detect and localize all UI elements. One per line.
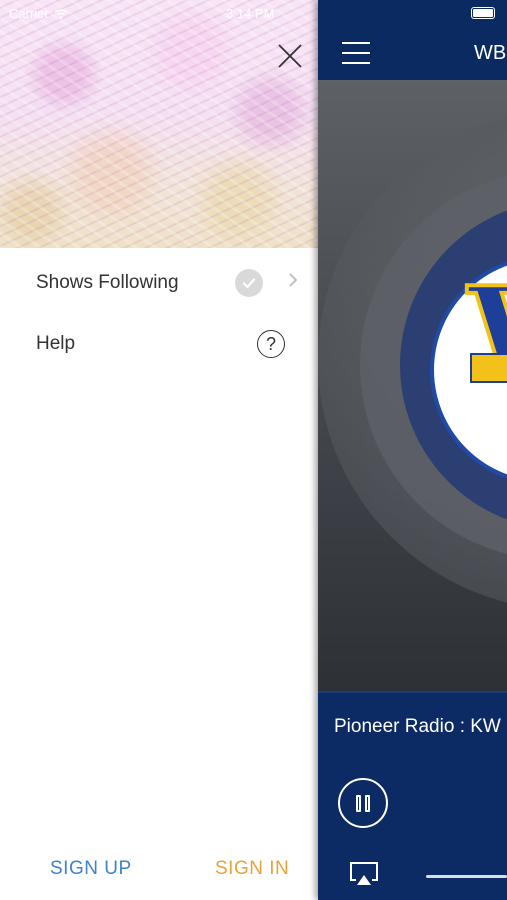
side-drawer: Carrier 3:14 PM Shows Following Help ? S… (0, 0, 318, 900)
sign-in-button[interactable]: SIGN IN (215, 858, 289, 880)
now-playing-text: Pioneer Radio : KW (334, 716, 501, 737)
check-icon (235, 269, 263, 297)
sign-up-button[interactable]: SIGN UP (50, 858, 132, 880)
airplay-icon[interactable] (348, 860, 380, 888)
pause-button[interactable] (338, 778, 388, 828)
hamburger-icon[interactable] (342, 42, 370, 64)
drawer-header-image (0, 0, 318, 248)
station-title: WB (474, 42, 507, 64)
wifi-icon (54, 8, 68, 19)
station-artwork: W (318, 80, 507, 692)
close-drawer-button[interactable] (272, 38, 308, 74)
menu-item-label: Shows Following (36, 272, 179, 293)
player-panel: WB W Pioneer Radio : KW (318, 0, 507, 900)
carrier-label: Carrier (9, 6, 49, 21)
help-icon: ? (257, 330, 285, 358)
volume-slider[interactable] (426, 875, 507, 878)
pause-icon (356, 794, 361, 812)
divider (318, 691, 507, 693)
status-bar-time: 3:14 PM (226, 6, 275, 21)
status-bar-carrier: Carrier (9, 6, 68, 21)
battery-icon (471, 7, 495, 19)
nav-bar: WB (318, 0, 507, 80)
chevron-right-icon (289, 273, 298, 287)
close-icon (278, 44, 302, 68)
menu-item-shows-following[interactable]: Shows Following (0, 258, 318, 308)
menu-item-help[interactable]: Help ? (0, 319, 318, 369)
menu-item-label: Help (36, 333, 76, 354)
